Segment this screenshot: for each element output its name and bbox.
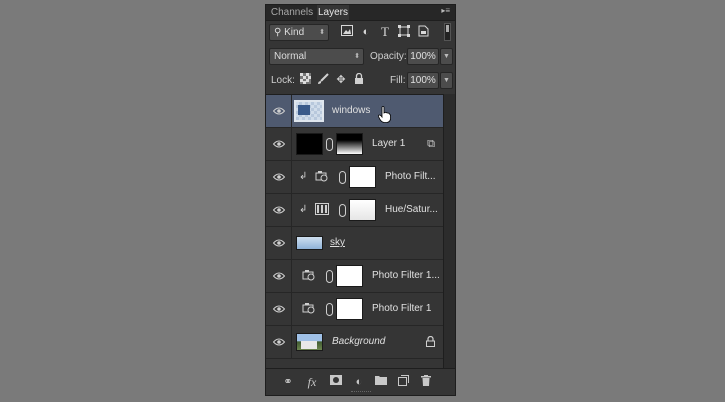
smart-object-filter-icon[interactable] bbox=[416, 25, 430, 39]
chain-link-icon[interactable] bbox=[339, 171, 346, 184]
visibility-eye-icon[interactable] bbox=[266, 161, 292, 193]
lock-icon bbox=[426, 335, 435, 350]
layer-name[interactable]: sky bbox=[330, 237, 345, 248]
kind-filter-dropdown[interactable]: ⚲ Kind ⬍ bbox=[269, 24, 329, 41]
fx-icon[interactable]: fx bbox=[305, 375, 319, 389]
layer-thumbnail[interactable] bbox=[296, 133, 323, 155]
new-group-icon[interactable] bbox=[374, 375, 388, 389]
layer-row-layer-1[interactable]: Layer 1 ⧉ bbox=[266, 128, 443, 161]
fill-input[interactable]: 100% bbox=[407, 72, 439, 89]
panel-bottom-bar: ⚭ fx ◐ bbox=[266, 368, 455, 395]
lock-image-icon[interactable] bbox=[316, 73, 330, 87]
clipping-arrow-icon: ↲ bbox=[299, 171, 308, 182]
layer-mask-thumbnail[interactable] bbox=[336, 298, 363, 320]
shape-filter-icon[interactable] bbox=[397, 25, 411, 39]
panel-menu-icon[interactable]: ▸≡ bbox=[441, 6, 450, 15]
panel-resize-gripper[interactable] bbox=[351, 391, 371, 394]
chain-link-icon[interactable] bbox=[326, 303, 333, 316]
filter-row: ⚲ Kind ⬍ ◐ T bbox=[266, 21, 455, 45]
layers-panel: Channels Layers ▸≡ ⚲ Kind ⬍ ◐ T Normal ⬍… bbox=[265, 4, 456, 396]
photo-filter-adjustment-icon[interactable] bbox=[301, 269, 317, 283]
visibility-eye-icon[interactable] bbox=[266, 260, 292, 292]
fill-label: Fill: bbox=[390, 75, 406, 86]
visibility-eye-icon[interactable] bbox=[266, 194, 292, 226]
adjustment-layer-icon[interactable]: ◐ bbox=[352, 375, 366, 389]
layer-row-background[interactable]: Background bbox=[266, 326, 443, 359]
layer-thumbnail[interactable] bbox=[294, 100, 324, 122]
panel-tab-bar: Channels Layers ▸≡ bbox=[266, 5, 455, 21]
opacity-dropdown-arrow[interactable]: ▼ bbox=[440, 48, 453, 65]
hand-cursor-icon bbox=[377, 106, 391, 126]
visibility-eye-icon[interactable] bbox=[266, 326, 292, 358]
layer-mask-thumbnail[interactable] bbox=[336, 133, 363, 155]
link-layers-icon[interactable]: ⚭ bbox=[281, 375, 295, 389]
search-icon: ⚲ bbox=[274, 27, 282, 38]
layer-row-hue-saturation[interactable]: ↲ Hue/Satur... bbox=[266, 194, 443, 227]
layer-row-sky[interactable]: sky bbox=[266, 227, 443, 260]
type-filter-icon[interactable]: T bbox=[378, 25, 392, 39]
layers-scrollbar[interactable] bbox=[443, 94, 455, 369]
lock-position-icon[interactable]: ✥ bbox=[334, 73, 348, 87]
opacity-label: Opacity: bbox=[370, 51, 407, 62]
layer-name[interactable]: Hue/Satur... bbox=[385, 204, 438, 215]
clipping-arrow-icon: ↲ bbox=[299, 204, 308, 215]
lock-transparent-icon[interactable] bbox=[298, 73, 312, 87]
layer-name[interactable]: Photo Filter 1... bbox=[372, 270, 440, 281]
visibility-eye-icon[interactable] bbox=[266, 95, 292, 127]
layer-row-photo-filter-1[interactable]: Photo Filter 1 bbox=[266, 293, 443, 326]
chain-link-icon[interactable] bbox=[339, 204, 346, 217]
pixel-filter-icon[interactable] bbox=[340, 25, 354, 39]
smart-filter-indicator-icon: ⧉ bbox=[427, 138, 435, 150]
new-layer-icon[interactable] bbox=[396, 375, 410, 389]
fill-dropdown-arrow[interactable]: ▼ bbox=[440, 72, 453, 89]
lock-all-icon[interactable] bbox=[352, 72, 366, 87]
layer-row-photo-filter[interactable]: ↲ Photo Filt... bbox=[266, 161, 443, 194]
photo-filter-adjustment-icon[interactable] bbox=[314, 170, 330, 184]
blend-row: Normal ⬍ Opacity: 100% ▼ bbox=[266, 46, 455, 70]
layer-name[interactable]: Layer 1 bbox=[372, 138, 405, 149]
layer-row-photo-filter-1-copy[interactable]: Photo Filter 1... bbox=[266, 260, 443, 293]
layer-name[interactable]: Background bbox=[332, 336, 385, 347]
layer-name[interactable]: Photo Filt... bbox=[385, 171, 436, 182]
layer-row-windows[interactable]: windows bbox=[266, 95, 443, 128]
layers-list: windows Layer 1 ⧉ ↲ Photo Filt... ↲ Hue/… bbox=[266, 94, 443, 370]
tab-channels[interactable]: Channels bbox=[268, 5, 316, 20]
chevron-updown-icon: ⬍ bbox=[319, 29, 325, 36]
lock-row: Lock: ✥ Fill: 100% ▼ bbox=[266, 69, 455, 93]
layer-mask-thumbnail[interactable] bbox=[336, 265, 363, 287]
adjustment-filter-icon[interactable]: ◐ bbox=[359, 25, 373, 39]
add-mask-icon[interactable] bbox=[329, 375, 343, 389]
hue-saturation-adjustment-icon[interactable] bbox=[314, 203, 330, 217]
blend-mode-value: Normal bbox=[274, 51, 307, 62]
tab-layers[interactable]: Layers bbox=[317, 5, 349, 20]
chevron-updown-icon: ⬍ bbox=[354, 53, 360, 60]
chain-link-icon[interactable] bbox=[326, 138, 333, 151]
photo-filter-adjustment-icon[interactable] bbox=[301, 302, 317, 316]
trash-icon[interactable] bbox=[419, 375, 433, 389]
visibility-eye-icon[interactable] bbox=[266, 293, 292, 325]
layer-thumbnail[interactable] bbox=[296, 333, 323, 351]
layer-name[interactable]: Photo Filter 1 bbox=[372, 303, 431, 314]
opacity-input[interactable]: 100% bbox=[407, 48, 439, 65]
layer-mask-thumbnail[interactable] bbox=[349, 166, 376, 188]
layer-thumbnail[interactable] bbox=[296, 236, 323, 250]
filter-toggle-switch[interactable] bbox=[444, 23, 451, 41]
kind-label: Kind bbox=[284, 27, 305, 38]
blend-mode-dropdown[interactable]: Normal ⬍ bbox=[269, 48, 364, 65]
visibility-eye-icon[interactable] bbox=[266, 227, 292, 259]
chain-link-icon[interactable] bbox=[326, 270, 333, 283]
visibility-eye-icon[interactable] bbox=[266, 128, 292, 160]
layer-name[interactable]: windows bbox=[332, 105, 370, 116]
layer-mask-thumbnail[interactable] bbox=[349, 199, 376, 221]
lock-label: Lock: bbox=[271, 75, 295, 86]
